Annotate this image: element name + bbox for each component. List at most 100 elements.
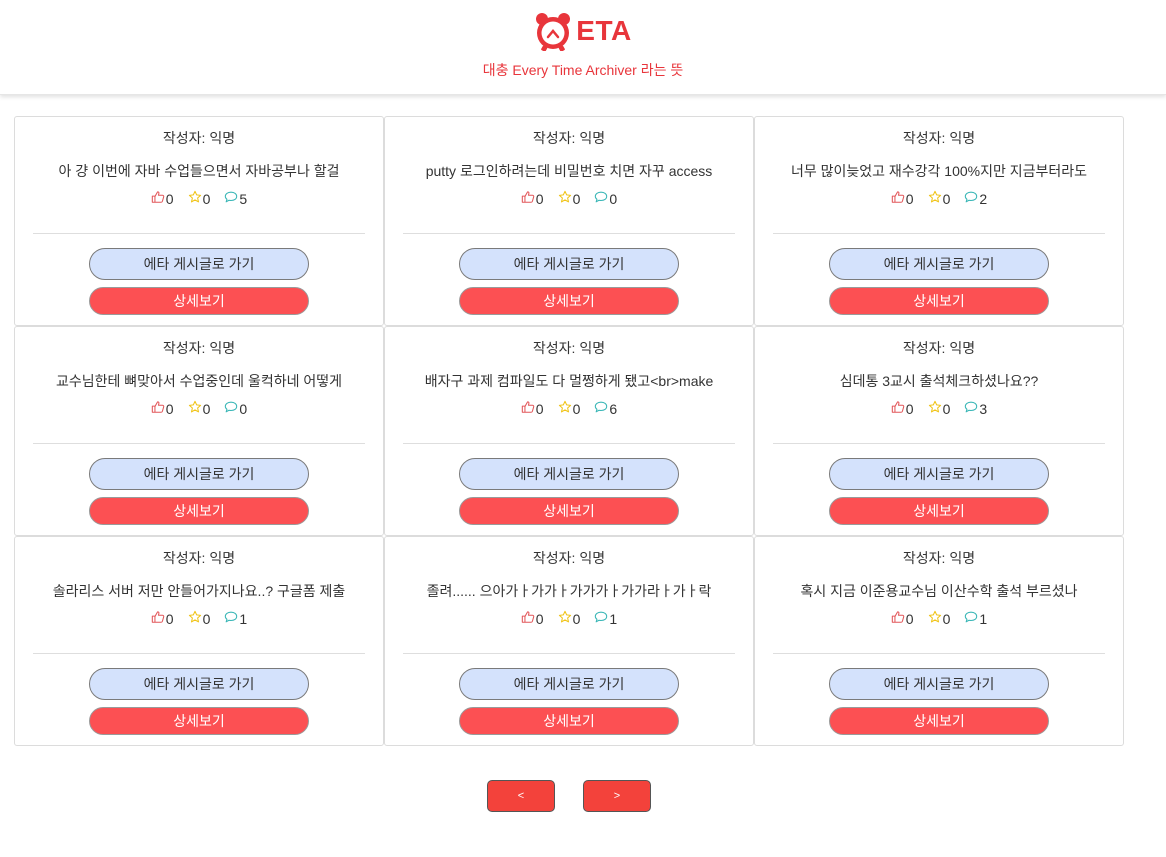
- post-stats: 0 0 1: [755, 610, 1123, 627]
- like-count: 0: [521, 400, 544, 417]
- scrap-count: 0: [928, 610, 950, 627]
- post-stats: 0 0 0: [15, 400, 383, 417]
- scrap-count: 0: [558, 610, 581, 627]
- post-title: 혹시 지금 이준용교수님 이산수학 출석 부르셨나: [800, 583, 1078, 599]
- detail-button[interactable]: 상세보기: [459, 287, 679, 315]
- comment-icon: [224, 610, 238, 627]
- like-count: 0: [891, 610, 914, 627]
- scrap-count-value: 0: [202, 400, 211, 417]
- post-card: 작성자: 익명 혹시 지금 이준용교수님 이산수학 출석 부르셨나 0 0 1 에타 게시…: [754, 536, 1124, 746]
- star-icon: [928, 190, 942, 207]
- prev-page-button[interactable]: <: [487, 780, 555, 812]
- logo-text: ETA: [576, 15, 632, 46]
- next-page-button[interactable]: >: [583, 780, 651, 812]
- card-divider: [403, 233, 735, 234]
- star-icon: [558, 610, 572, 627]
- like-count-value: 0: [905, 610, 914, 627]
- comment-count: 1: [594, 610, 617, 627]
- go-to-eta-post-button[interactable]: 에타 게시글로 가기: [89, 458, 309, 490]
- comment-count: 1: [964, 610, 987, 627]
- post-title: 너무 많이늦었고 재수강각 100%지만 지금부터라도: [790, 163, 1088, 179]
- detail-button[interactable]: 상세보기: [89, 497, 309, 525]
- scrap-count-value: 0: [572, 610, 581, 627]
- comment-count-value: 1: [979, 610, 988, 627]
- go-to-eta-post-button[interactable]: 에타 게시글로 가기: [829, 248, 1049, 280]
- scrap-count-value: 0: [572, 190, 581, 207]
- comment-icon: [594, 190, 608, 207]
- scrap-count-value: 0: [942, 400, 951, 417]
- scrap-count-value: 0: [572, 400, 581, 417]
- scrap-count-value: 0: [202, 610, 211, 627]
- card-divider: [773, 233, 1105, 234]
- thumbs-up-icon: [151, 610, 165, 627]
- thumbs-up-icon: [521, 190, 535, 207]
- go-to-eta-post-button[interactable]: 에타 게시글로 가기: [829, 668, 1049, 700]
- detail-button[interactable]: 상세보기: [459, 497, 679, 525]
- star-icon: [188, 610, 202, 627]
- comment-count: 6: [594, 400, 617, 417]
- post-stats: 0 0 2: [755, 190, 1123, 207]
- post-card: 작성자: 익명 솔라리스 서버 저만 안들어가지나요..? 구글폼 제출 0 0 1 에타…: [14, 536, 384, 746]
- go-to-eta-post-button[interactable]: 에타 게시글로 가기: [459, 248, 679, 280]
- post-title: 배자구 과제 컴파일도 다 멀쩡하게 됐고<br>make: [424, 373, 714, 389]
- like-count-value: 0: [905, 190, 914, 207]
- like-count-value: 0: [165, 190, 174, 207]
- detail-button[interactable]: 상세보기: [89, 707, 309, 735]
- comment-icon: [594, 400, 608, 417]
- like-count: 0: [891, 400, 914, 417]
- comment-icon: [964, 610, 978, 627]
- go-to-eta-post-button[interactable]: 에타 게시글로 가기: [459, 458, 679, 490]
- detail-button[interactable]: 상세보기: [829, 707, 1049, 735]
- post-card: 작성자: 익명 심데통 3교시 출석체크하셨나요?? 0 0 3 에타 게시글로 가기 상세…: [754, 326, 1124, 536]
- star-icon: [188, 400, 202, 417]
- thumbs-up-icon: [891, 190, 905, 207]
- post-stats: 0 0 6: [385, 400, 753, 417]
- card-divider: [773, 443, 1105, 444]
- post-author: 작성자: 익명: [162, 550, 236, 566]
- post-stats: 0 0 3: [755, 400, 1123, 417]
- scrap-count: 0: [928, 400, 951, 417]
- post-author: 작성자: 익명: [532, 340, 606, 356]
- post-title: putty 로그인하려는데 비밀번호 치면 자꾸 access: [425, 163, 713, 179]
- comment-icon: [224, 190, 238, 207]
- card-divider: [33, 233, 365, 234]
- scrap-count: 0: [188, 400, 211, 417]
- comment-icon: [964, 190, 978, 207]
- detail-button[interactable]: 상세보기: [829, 497, 1049, 525]
- post-stats: 0 0 1: [385, 610, 753, 627]
- like-count: 0: [521, 190, 544, 207]
- detail-button[interactable]: 상세보기: [829, 287, 1049, 315]
- scrap-count: 0: [188, 190, 210, 207]
- post-author: 작성자: 익명: [532, 550, 606, 566]
- like-count-value: 0: [535, 400, 544, 417]
- comment-count-value: 0: [239, 400, 248, 417]
- comment-count-value: 2: [979, 190, 988, 207]
- go-to-eta-post-button[interactable]: 에타 게시글로 가기: [89, 668, 309, 700]
- site-header: ETA 대충 Every Time Archiver 라는 뜻: [0, 0, 1166, 95]
- post-author: 작성자: 익명: [162, 130, 236, 146]
- thumbs-up-icon: [891, 400, 905, 417]
- thumbs-up-icon: [891, 610, 905, 627]
- comment-count-value: 1: [609, 610, 618, 627]
- logo[interactable]: ETA: [0, 10, 1166, 52]
- detail-button[interactable]: 상세보기: [459, 707, 679, 735]
- scrap-count: 0: [928, 190, 950, 207]
- like-count: 0: [891, 190, 914, 207]
- go-to-eta-post-button[interactable]: 에타 게시글로 가기: [459, 668, 679, 700]
- go-to-eta-post-button[interactable]: 에타 게시글로 가기: [829, 458, 1049, 490]
- post-stats: 0 0 0: [385, 190, 753, 207]
- scrap-count: 0: [188, 610, 211, 627]
- like-count-value: 0: [535, 190, 544, 207]
- like-count-value: 0: [165, 610, 174, 627]
- comment-icon: [964, 400, 978, 417]
- comment-count: 2: [964, 190, 987, 207]
- comment-icon: [224, 400, 238, 417]
- comment-count-value: 1: [239, 610, 248, 627]
- go-to-eta-post-button[interactable]: 에타 게시글로 가기: [89, 248, 309, 280]
- like-count: 0: [151, 610, 174, 627]
- star-icon: [558, 400, 572, 417]
- like-count-value: 0: [535, 610, 544, 627]
- post-card: 작성자: 익명 putty 로그인하려는데 비밀번호 치면 자꾸 access 0 0…: [384, 116, 754, 326]
- comment-count-value: 6: [609, 400, 618, 417]
- detail-button[interactable]: 상세보기: [89, 287, 309, 315]
